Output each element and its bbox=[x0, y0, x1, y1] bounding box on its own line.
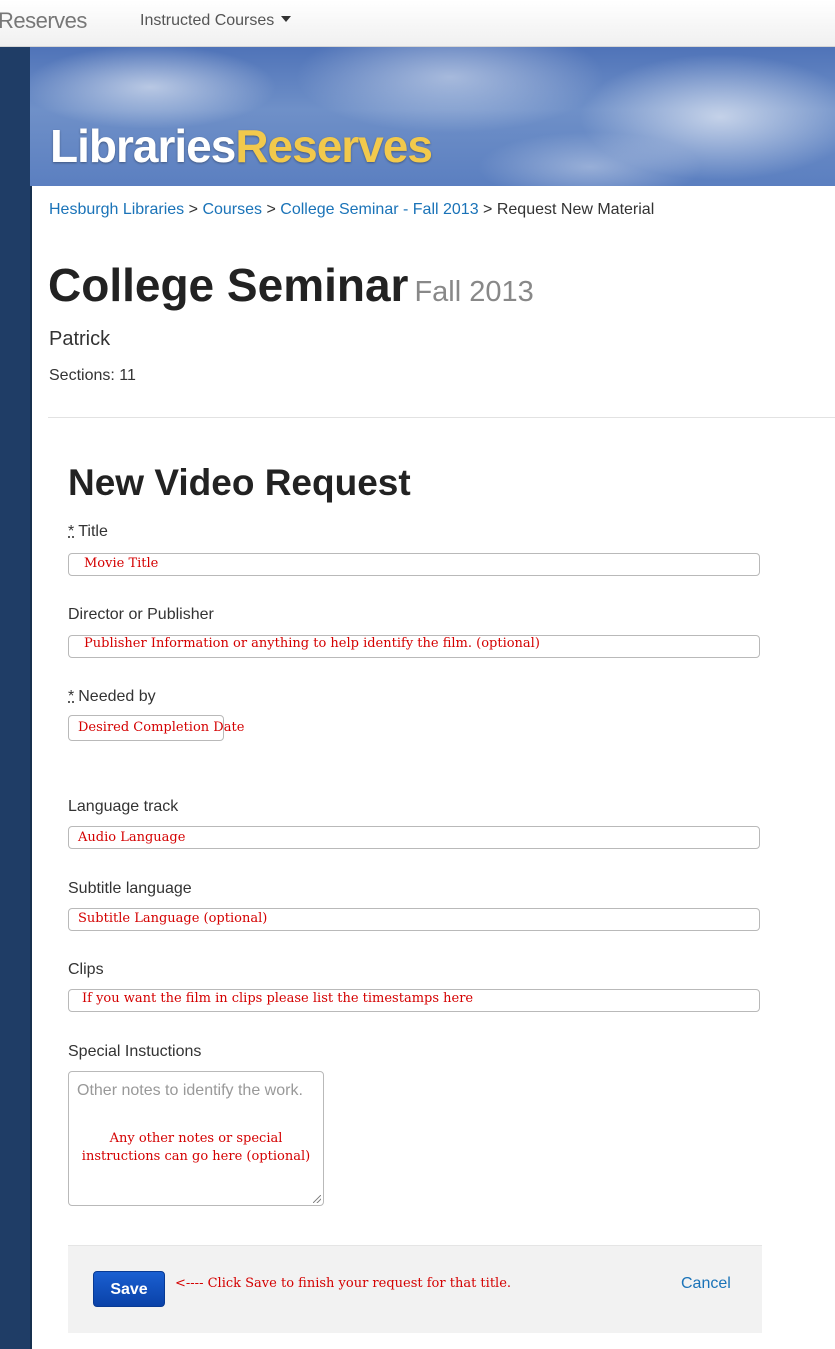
director-label: Director or Publisher bbox=[68, 606, 214, 623]
form-heading: New Video Request bbox=[68, 462, 411, 503]
page-title: College Seminar Fall 2013 bbox=[48, 262, 534, 308]
instructor-name: Patrick bbox=[49, 328, 111, 350]
form-actions: Save <---- Click Save to finish your req… bbox=[68, 1245, 762, 1333]
libraries-reserves-banner: LibrariesReserves bbox=[30, 47, 835, 186]
clips-label: Clips bbox=[68, 961, 104, 978]
required-marker: * bbox=[68, 523, 75, 540]
subtitle-language-annotation: Subtitle Language (optional) bbox=[78, 911, 268, 926]
save-button[interactable]: Save bbox=[93, 1271, 165, 1307]
title-annotation: Movie Title bbox=[84, 556, 159, 571]
breadcrumb-separator: > bbox=[188, 201, 198, 218]
breadcrumb-course[interactable]: College Seminar - Fall 2013 bbox=[280, 201, 478, 218]
required-marker: * bbox=[68, 688, 75, 705]
breadcrumb-hesburgh-libraries[interactable]: Hesburgh Libraries bbox=[49, 201, 184, 218]
special-instructions-textarea[interactable]: Other notes to identify the work. Any ot… bbox=[68, 1071, 324, 1206]
left-rail bbox=[0, 47, 30, 1349]
title-input[interactable] bbox=[68, 553, 760, 576]
title-label-text: Title bbox=[78, 523, 108, 540]
banner-text-reserves: Reserves bbox=[235, 120, 433, 172]
director-annotation: Publisher Information or anything to hel… bbox=[84, 636, 540, 651]
title-label: * Title bbox=[68, 523, 108, 541]
language-track-annotation: Audio Language bbox=[78, 830, 186, 845]
brand-link[interactable]: Reserves bbox=[0, 8, 87, 34]
breadcrumb-courses[interactable]: Courses bbox=[202, 201, 262, 218]
special-instructions-label: Special Instuctions bbox=[68, 1043, 202, 1060]
divider bbox=[48, 417, 835, 418]
special-instructions-annotation: Any other notes or special instructions … bbox=[81, 1131, 311, 1164]
language-track-label: Language track bbox=[68, 798, 179, 815]
cancel-link[interactable]: Cancel bbox=[681, 1275, 731, 1293]
breadcrumb-separator: > bbox=[266, 201, 276, 218]
sections-count: Sections: 11 bbox=[49, 367, 136, 384]
breadcrumb-current: Request New Material bbox=[496, 201, 655, 218]
save-annotation: <---- Click Save to finish your request … bbox=[175, 1276, 512, 1291]
caret-down-icon bbox=[281, 15, 292, 22]
banner-text-libraries: Libraries bbox=[50, 120, 236, 172]
clips-annotation: If you want the film in clips please lis… bbox=[82, 991, 474, 1006]
subtitle-language-label: Subtitle language bbox=[68, 880, 192, 897]
left-rail-edge bbox=[30, 47, 32, 1349]
instructed-courses-dropdown[interactable]: Instructed Courses bbox=[140, 12, 292, 30]
banner-logo-text: LibrariesReserves bbox=[50, 120, 433, 172]
special-instructions-placeholder: Other notes to identify the work. bbox=[77, 1082, 303, 1099]
dropdown-label: Instructed Courses bbox=[140, 12, 275, 29]
needed-by-label: * Needed by bbox=[68, 688, 156, 706]
course-term: Fall 2013 bbox=[414, 276, 534, 308]
resize-handle-icon[interactable] bbox=[313, 1195, 321, 1203]
breadcrumb-separator: > bbox=[483, 201, 493, 218]
top-navbar: Reserves Instructed Courses bbox=[0, 0, 835, 47]
course-title: College Seminar bbox=[48, 259, 409, 311]
breadcrumb: Hesburgh Libraries > Courses > College S… bbox=[49, 201, 654, 219]
needed-by-label-text: Needed by bbox=[78, 688, 156, 705]
needed-by-annotation: Desired Completion Date bbox=[78, 720, 245, 735]
